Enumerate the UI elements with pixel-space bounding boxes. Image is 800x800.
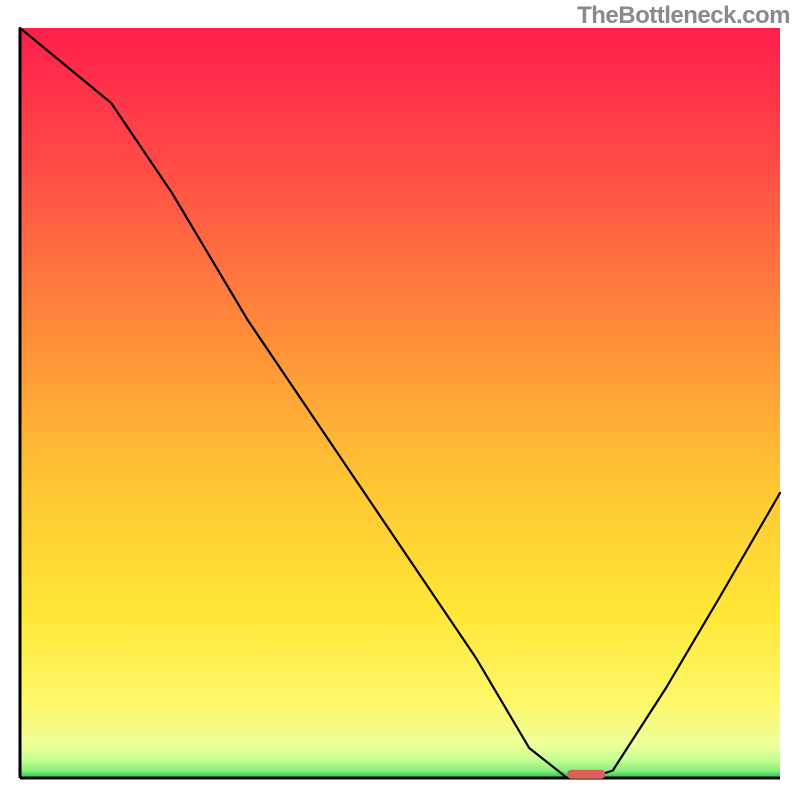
chart-container: TheBottleneck.com: [0, 0, 800, 800]
chart-background: [20, 28, 780, 778]
watermark-label: TheBottleneck.com: [577, 2, 790, 30]
optimum-marker: [567, 770, 605, 779]
bottleneck-chart: [0, 0, 800, 800]
